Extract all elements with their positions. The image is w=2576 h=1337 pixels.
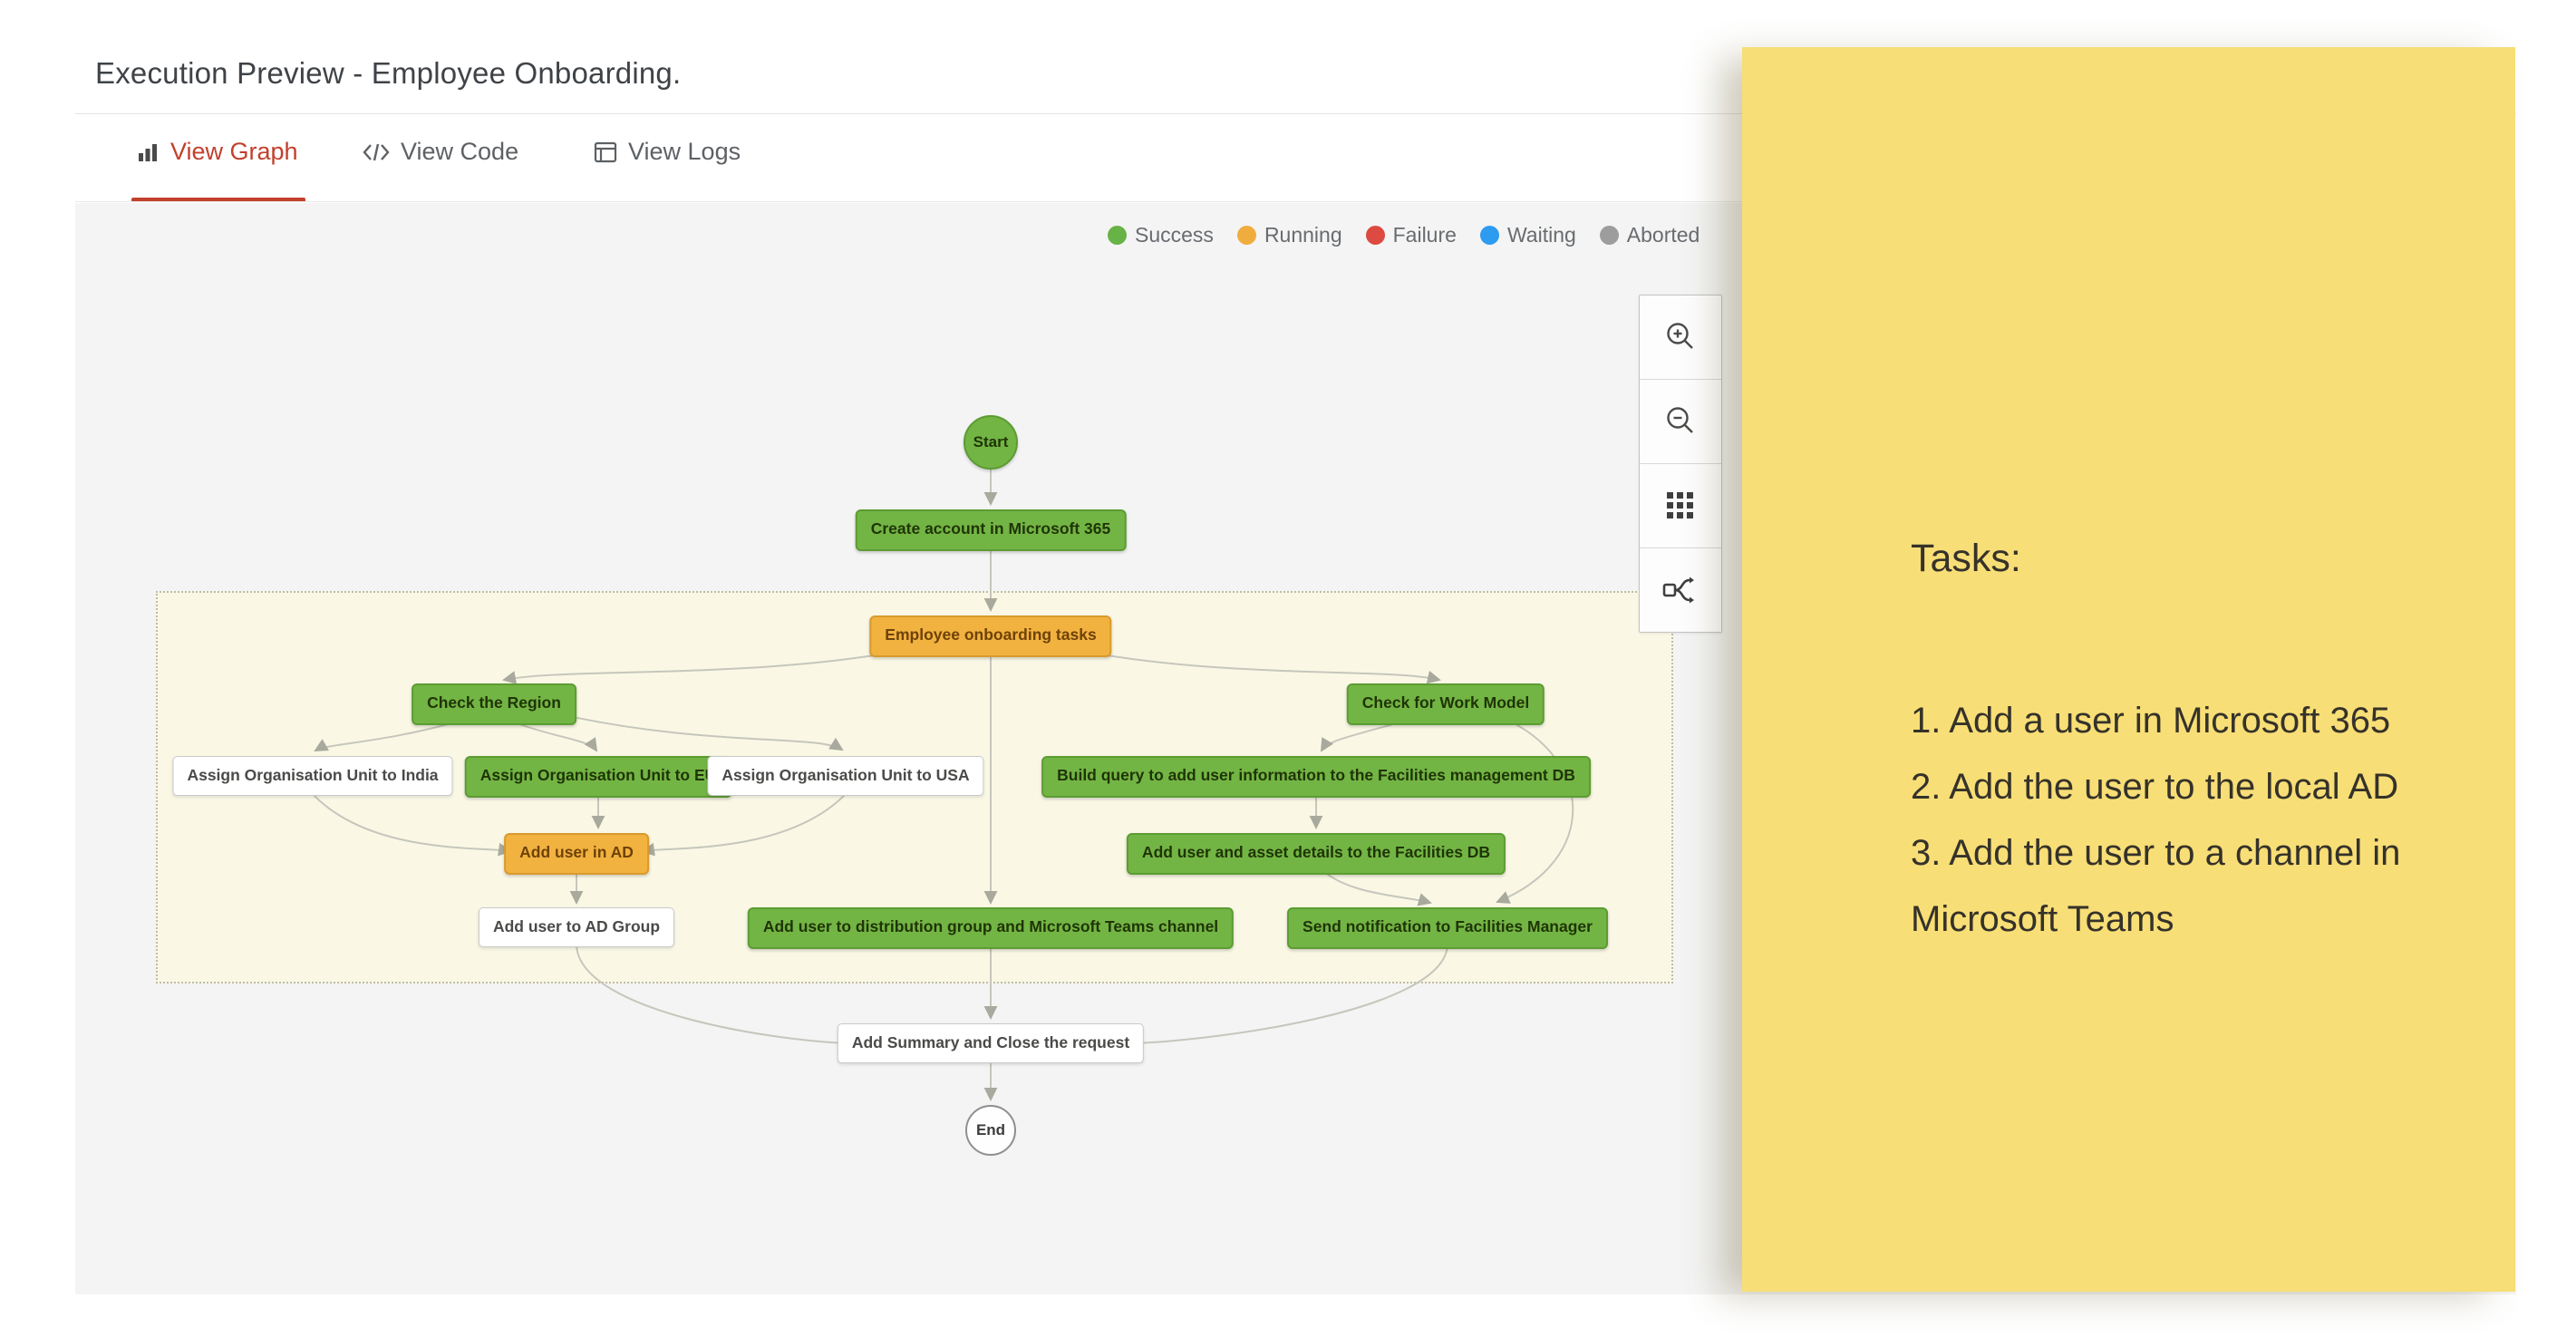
tab-bar: View Graph View Code View Logs — [0, 125, 1740, 198]
logs-icon — [594, 141, 617, 163]
tab-label: View Code — [401, 138, 518, 166]
flow-node-build-query[interactable]: Build query to add user information to t… — [1041, 756, 1591, 798]
running-dot-icon — [1237, 226, 1256, 245]
success-dot-icon — [1108, 226, 1127, 245]
waiting-dot-icon — [1480, 226, 1499, 245]
zoom-in-icon — [1662, 319, 1699, 355]
page-title: Execution Preview - Employee Onboarding. — [95, 56, 681, 91]
grid-view-button[interactable] — [1640, 464, 1721, 548]
grid-icon — [1663, 489, 1698, 523]
flow-node-assign-eu[interactable]: Assign Organisation Unit to EU — [465, 756, 732, 798]
legend-item-running: Running — [1237, 223, 1342, 247]
flow-node-onboarding-tasks[interactable]: Employee onboarding tasks — [869, 615, 1111, 657]
flow-node-start[interactable]: Start — [964, 415, 1018, 470]
flow-layout-icon — [1661, 572, 1700, 608]
zoom-out-button[interactable] — [1640, 380, 1721, 464]
flow-node-check-region[interactable]: Check the Region — [412, 683, 576, 725]
note-task-2: 2. Add the user to the local AD — [1911, 754, 2495, 820]
tab-view-graph[interactable]: View Graph — [136, 138, 298, 166]
flow-node-assign-usa[interactable]: Assign Organisation Unit to USA — [707, 756, 983, 796]
failure-dot-icon — [1366, 226, 1385, 245]
flow-node-add-asset[interactable]: Add user and asset details to the Facili… — [1127, 833, 1506, 875]
sticky-note-panel: Tasks: 1. Add a user in Microsoft 365 2.… — [1742, 47, 2515, 1292]
tab-label: View Graph — [170, 138, 298, 166]
flow-node-end[interactable]: End — [965, 1105, 1016, 1156]
code-icon — [363, 141, 390, 163]
flow-node-add-ad-group[interactable]: Add user to AD Group — [479, 907, 674, 947]
zoom-in-button[interactable] — [1640, 295, 1721, 380]
legend-item-aborted: Aborted — [1600, 223, 1700, 247]
legend-item-waiting: Waiting — [1480, 223, 1576, 247]
flow-node-create-account[interactable]: Create account in Microsoft 365 — [856, 509, 1127, 551]
flow-node-assign-india[interactable]: Assign Organisation Unit to India — [172, 756, 452, 796]
auto-layout-button[interactable] — [1640, 548, 1721, 632]
flow-node-add-summary[interactable]: Add Summary and Close the request — [838, 1023, 1144, 1063]
note-task-1: 1. Add a user in Microsoft 365 — [1911, 688, 2495, 754]
legend-item-success: Success — [1108, 223, 1214, 247]
aborted-dot-icon — [1600, 226, 1619, 245]
graph-toolbar — [1639, 295, 1722, 633]
flow-node-add-distribution[interactable]: Add user to distribution group and Micro… — [748, 907, 1234, 949]
tab-view-code[interactable]: View Code — [363, 138, 518, 166]
tab-label: View Logs — [628, 138, 741, 166]
tab-view-logs[interactable]: View Logs — [594, 138, 741, 166]
note-task-3: 3. Add the user to a channel in Microsof… — [1911, 820, 2495, 953]
bar-chart-icon — [136, 140, 160, 164]
legend-item-failure: Failure — [1366, 223, 1457, 247]
notes-heading: Tasks: — [1911, 537, 2470, 581]
flow-node-add-user-ad[interactable]: Add user in AD — [504, 833, 649, 875]
status-legend: Success Running Failure Waiting Aborted — [1108, 223, 1700, 247]
flow-node-send-notification[interactable]: Send notification to Facilities Manager — [1287, 907, 1608, 949]
zoom-out-icon — [1662, 403, 1699, 440]
flow-node-check-work-model[interactable]: Check for Work Model — [1347, 683, 1545, 725]
